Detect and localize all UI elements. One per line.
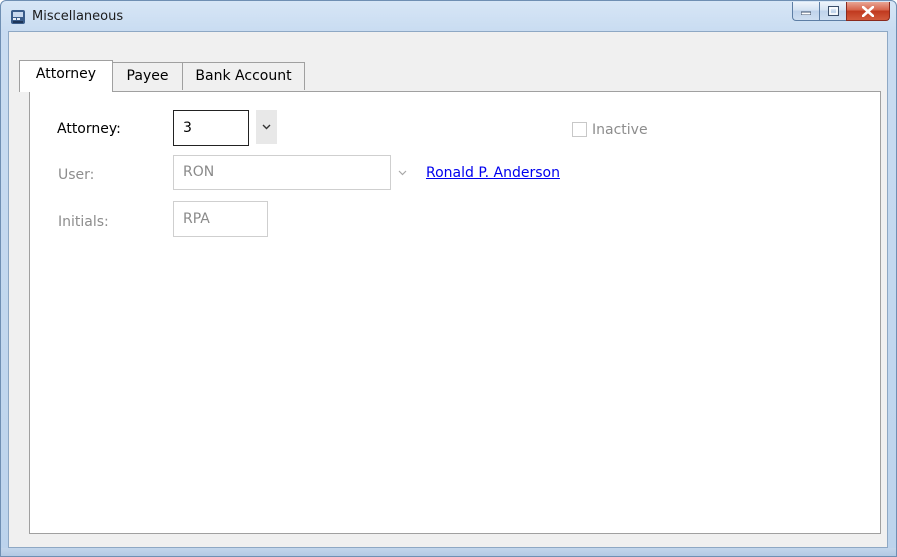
user-input[interactable]: RON bbox=[173, 155, 391, 190]
title-bar[interactable]: Miscellaneous bbox=[1, 1, 896, 31]
initials-input[interactable]: RPA bbox=[173, 201, 268, 237]
cash-register-icon[interactable] bbox=[10, 9, 26, 25]
inactive-label: Inactive bbox=[592, 122, 648, 138]
initials-label: Initials: bbox=[58, 214, 109, 230]
user-name-link[interactable]: Ronald P. Anderson bbox=[426, 164, 560, 182]
tab-bank-account-label: Bank Account bbox=[195, 68, 292, 84]
tab-payee-label: Payee bbox=[126, 68, 169, 84]
window-bottom-frame bbox=[1, 548, 896, 556]
attorney-label: Attorney: bbox=[57, 121, 121, 137]
user-label: User: bbox=[58, 167, 95, 183]
user-dropdown-button[interactable] bbox=[391, 156, 413, 189]
window-title: Miscellaneous bbox=[32, 9, 124, 24]
maximize-button[interactable] bbox=[819, 2, 846, 21]
attorney-input[interactable]: 3 bbox=[173, 110, 249, 146]
caption-buttons bbox=[792, 2, 890, 24]
attorney-dropdown-button[interactable] bbox=[256, 110, 277, 144]
tab-payee[interactable]: Payee bbox=[112, 62, 183, 90]
chevron-down-icon bbox=[262, 124, 271, 130]
chevron-down-icon bbox=[398, 170, 406, 175]
initials-value: RPA bbox=[183, 211, 210, 227]
tab-attorney[interactable]: Attorney bbox=[19, 60, 113, 92]
close-icon bbox=[862, 5, 874, 17]
inactive-checkbox[interactable] bbox=[572, 122, 587, 137]
attorney-tab-panel bbox=[29, 91, 881, 534]
user-value: RON bbox=[183, 164, 215, 180]
minimize-button[interactable] bbox=[792, 2, 819, 21]
close-button[interactable] bbox=[846, 2, 890, 21]
minimize-icon bbox=[801, 11, 811, 15]
maximize-icon bbox=[827, 6, 839, 16]
tab-attorney-label: Attorney bbox=[35, 66, 97, 82]
attorney-value: 3 bbox=[183, 120, 192, 136]
miscellaneous-window: Miscellaneous Attorney Payee Bank Accoun… bbox=[0, 0, 897, 557]
tab-bank-account[interactable]: Bank Account bbox=[182, 62, 305, 90]
